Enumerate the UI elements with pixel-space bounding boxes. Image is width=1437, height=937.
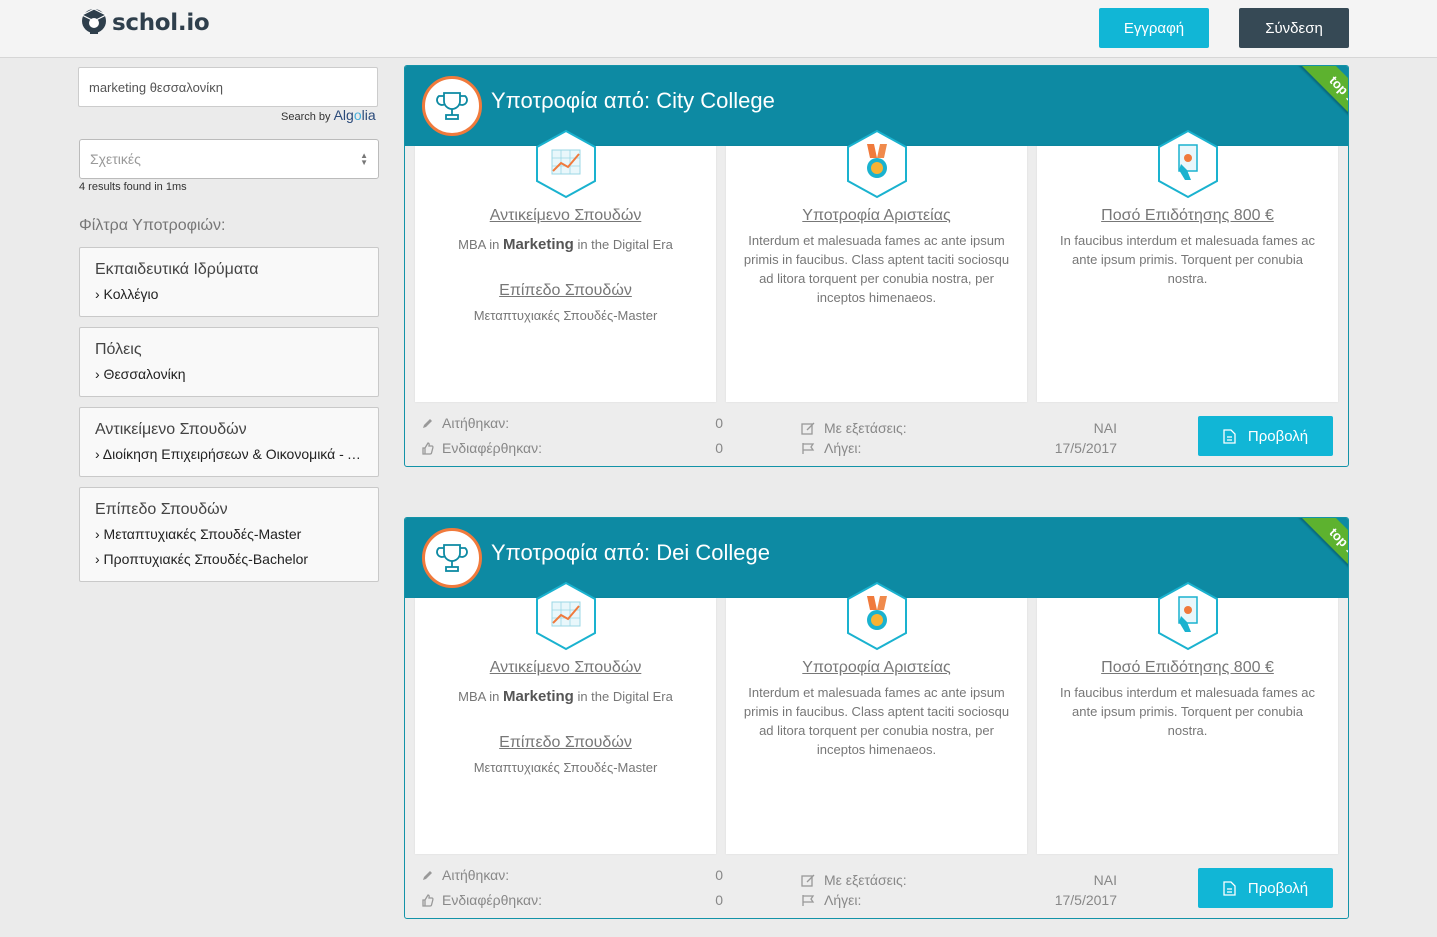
thumbs-up-icon bbox=[422, 893, 434, 907]
flag-icon bbox=[802, 894, 815, 906]
scholarship-type-column: Υποτροφία Αριστείας Interdum et malesuad… bbox=[726, 581, 1027, 854]
sort-selected-value: Σχετικές bbox=[90, 151, 141, 167]
scholarship-type-heading[interactable]: Υποτροφία Αριστείας bbox=[726, 207, 1027, 225]
filter-group-subject[interactable]: Αντικείμενο Σπουδών › Διοίκηση Επιχειρήσ… bbox=[79, 407, 379, 477]
top-10-ribbon: top 10 bbox=[1294, 518, 1348, 595]
medal-hexagon-icon bbox=[844, 128, 910, 205]
interested-value: 0 bbox=[715, 440, 723, 456]
filter-group-cities[interactable]: Πόλεις › Θεσσαλονίκη bbox=[79, 327, 379, 397]
amount-heading[interactable]: Ποσό Επιδότησης 800 € bbox=[1037, 659, 1338, 677]
document-icon bbox=[1223, 880, 1236, 896]
top-bar: schol.io Εγγραφή Σύνδεση bbox=[0, 0, 1437, 58]
interested-label: Ενδιαφέρθηκαν: bbox=[421, 892, 542, 908]
amount-column: Ποσό Επιδότησης 800 € In faucibus interd… bbox=[1037, 129, 1338, 402]
chart-hexagon-icon bbox=[533, 580, 599, 657]
filter-group-institutions[interactable]: Εκπαιδευτικά Ιδρύματα › Κολλέγιο bbox=[79, 247, 379, 317]
top-10-ribbon: top 10 bbox=[1294, 66, 1348, 143]
level-text: Μεταπτυχιακές Σπουδές-Master bbox=[473, 760, 658, 775]
results-count: 4 results found in 1ms bbox=[79, 181, 187, 193]
search-by-algolia: Search by Algolia bbox=[281, 107, 376, 123]
filter-item[interactable]: › Μεταπτυχιακές Σπουδές-Master bbox=[95, 522, 363, 547]
expires-label: Λήγει: bbox=[801, 892, 861, 908]
algolia-logo: Algolia bbox=[333, 107, 376, 123]
subject-heading[interactable]: Αντικείμενο Σπουδών bbox=[415, 659, 716, 677]
card-title[interactable]: Υποτροφία από: Dei College bbox=[491, 540, 770, 566]
interested-value: 0 bbox=[715, 892, 723, 908]
exams-value: ΝΑΙ bbox=[1093, 420, 1117, 436]
card-title[interactable]: Υποτροφία από: City College bbox=[491, 88, 775, 114]
exams-label: Με εξετάσεις: bbox=[801, 872, 907, 888]
expires-label: Λήγει: bbox=[801, 440, 861, 456]
expires-value: 17/5/2017 bbox=[1054, 892, 1117, 908]
filter-group-title: Αντικείμενο Σπουδών bbox=[95, 421, 247, 438]
register-button[interactable]: Εγγραφή bbox=[1099, 8, 1209, 48]
subject-heading[interactable]: Αντικείμενο Σπουδών bbox=[415, 207, 716, 225]
filter-item[interactable]: › Διοίκηση Επιχειρήσεων & Οικονομικά - Λ… bbox=[95, 442, 363, 467]
interested-label: Ενδιαφέρθηκαν: bbox=[421, 440, 542, 456]
scholarship-type-heading[interactable]: Υποτροφία Αριστείας bbox=[726, 659, 1027, 677]
logo-text: schol.io bbox=[112, 9, 210, 36]
amount-text: In faucibus interdum et malesuada fames … bbox=[1059, 233, 1316, 286]
sort-select[interactable]: Σχετικές ▲ ▼ bbox=[79, 139, 379, 179]
level-heading[interactable]: Επίπεδο Σπουδών bbox=[415, 282, 716, 300]
search-input[interactable] bbox=[78, 67, 378, 107]
logo[interactable]: schol.io bbox=[80, 5, 210, 40]
flag-icon bbox=[802, 442, 815, 454]
expires-value: 17/5/2017 bbox=[1054, 440, 1117, 456]
view-button[interactable]: Προβολή bbox=[1198, 416, 1333, 456]
scholarship-card: Υποτροφία από: City College top 10 Αντικ… bbox=[404, 65, 1349, 467]
chart-hexagon-icon bbox=[533, 128, 599, 205]
trophy-icon bbox=[422, 76, 482, 136]
edit-icon bbox=[801, 422, 815, 435]
edit-icon bbox=[801, 874, 815, 887]
scholarship-type-text: Interdum et malesuada fames ac ante ipsu… bbox=[743, 685, 1010, 757]
applied-value: 0 bbox=[715, 867, 723, 883]
filter-item[interactable]: › Θεσσαλονίκη bbox=[95, 362, 363, 387]
filter-group-title: Εκπαιδευτικά Ιδρύματα bbox=[95, 261, 259, 278]
powered-by-label: Search by bbox=[281, 111, 331, 123]
filter-group-study-level[interactable]: Επίπεδο Σπουδών › Μεταπτυχιακές Σπουδές-… bbox=[79, 487, 379, 582]
applied-label: Αιτήθηκαν: bbox=[421, 415, 509, 431]
pencil-icon bbox=[423, 870, 432, 880]
scholarship-card: Υποτροφία από: Dei College top 10 Αντικε… bbox=[404, 517, 1349, 919]
level-text: Μεταπτυχιακές Σπουδές-Master bbox=[473, 308, 658, 323]
filter-item[interactable]: › Κολλέγιο bbox=[95, 282, 363, 307]
filter-group-title: Πόλεις bbox=[95, 341, 142, 358]
filter-group-title: Επίπεδο Σπουδών bbox=[95, 501, 228, 518]
subject-column: Αντικείμενο Σπουδών MBA in Marketing in … bbox=[415, 581, 716, 854]
medal-hexagon-icon bbox=[844, 580, 910, 657]
subject-text: MBA in Marketing in the Digital Era bbox=[458, 688, 673, 705]
graduation-cap-icon bbox=[80, 5, 108, 40]
money-hand-hexagon-icon bbox=[1155, 128, 1221, 205]
level-heading[interactable]: Επίπεδο Σπουδών bbox=[415, 734, 716, 752]
applied-value: 0 bbox=[715, 415, 723, 431]
money-hand-hexagon-icon bbox=[1155, 580, 1221, 657]
thumbs-up-icon bbox=[422, 441, 434, 455]
subject-text: MBA in Marketing in the Digital Era bbox=[458, 236, 673, 253]
exams-value: ΝΑΙ bbox=[1093, 872, 1117, 888]
subject-column: Αντικείμενο Σπουδών MBA in Marketing in … bbox=[415, 129, 716, 402]
amount-text: In faucibus interdum et malesuada fames … bbox=[1059, 685, 1316, 738]
view-button[interactable]: Προβολή bbox=[1198, 868, 1333, 908]
amount-heading[interactable]: Ποσό Επιδότησης 800 € bbox=[1037, 207, 1338, 225]
scholarship-type-column: Υποτροφία Αριστείας Interdum et malesuad… bbox=[726, 129, 1027, 402]
document-icon bbox=[1223, 428, 1236, 444]
applied-label: Αιτήθηκαν: bbox=[421, 867, 509, 883]
exams-label: Με εξετάσεις: bbox=[801, 420, 907, 436]
filter-item[interactable]: › Προπτυχιακές Σπουδές-Bachelor bbox=[95, 547, 363, 572]
filters-title: Φίλτρα Υποτροφιών: bbox=[79, 217, 226, 234]
trophy-icon bbox=[422, 528, 482, 588]
select-arrows-icon: ▲ ▼ bbox=[360, 151, 368, 167]
scholarship-type-text: Interdum et malesuada fames ac ante ipsu… bbox=[743, 233, 1010, 305]
amount-column: Ποσό Επιδότησης 800 € In faucibus interd… bbox=[1037, 581, 1338, 854]
login-button[interactable]: Σύνδεση bbox=[1239, 8, 1349, 48]
pencil-icon bbox=[423, 418, 432, 428]
